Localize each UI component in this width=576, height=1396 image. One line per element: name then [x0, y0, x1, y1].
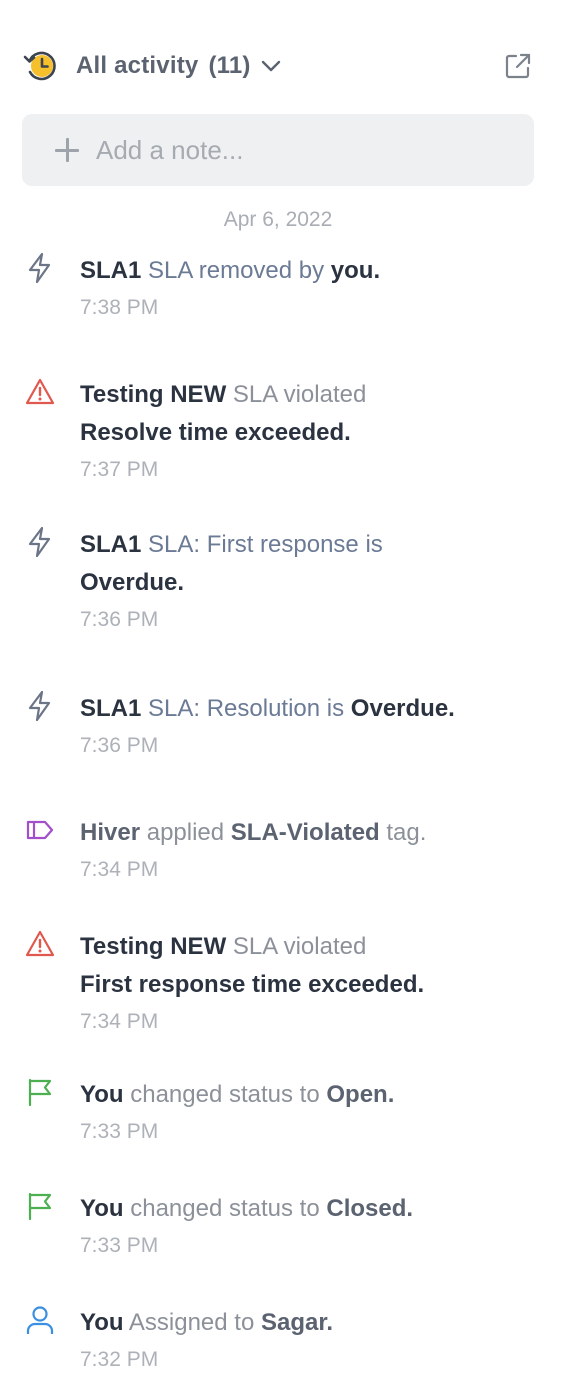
- activity-text: Assigned to: [123, 1309, 261, 1336]
- sla-name: SLA1: [80, 257, 142, 284]
- warning-icon: [24, 928, 56, 960]
- activity-text: SLA: Resolution is: [141, 695, 351, 722]
- activity-text: changed status to: [123, 1081, 327, 1108]
- warning-icon: [24, 376, 56, 408]
- tag-icon: [24, 814, 56, 846]
- status-value: Open.: [326, 1081, 395, 1108]
- add-note-placeholder: Add a note...: [96, 134, 244, 165]
- activity-time: 7:34 PM: [80, 858, 159, 881]
- user-icon: [24, 1304, 56, 1336]
- activity-text: SLA violated: [226, 933, 367, 960]
- activity-count: (11): [208, 52, 251, 79]
- sla-name: SLA1: [80, 531, 142, 558]
- bolt-icon: [24, 252, 56, 284]
- tag-name: SLA-Violated: [230, 819, 380, 846]
- activity-actor: You: [80, 1081, 124, 1108]
- flag-icon: [24, 1190, 56, 1222]
- flag-icon: [24, 1076, 56, 1108]
- activity-text: SLA removed by: [141, 257, 331, 284]
- activity-time: 7:37 PM: [80, 458, 159, 481]
- date-header: Apr 6, 2022: [223, 208, 333, 231]
- activity-text: SLA violated: [226, 381, 367, 408]
- bolt-icon: [24, 526, 56, 558]
- activity-text: SLA: First response is: [141, 531, 383, 558]
- activity-actor: You: [80, 1195, 124, 1222]
- activity-time: 7:36 PM: [80, 608, 159, 631]
- activity-time: 7:33 PM: [80, 1120, 159, 1143]
- add-note-input[interactable]: Add a note...: [22, 114, 534, 186]
- sla-status: Overdue.: [350, 695, 455, 722]
- sla-name: Testing NEW: [80, 381, 227, 408]
- bolt-icon: [24, 690, 56, 722]
- activity-actor: Hiver: [80, 819, 141, 846]
- sla-name: SLA1: [80, 695, 142, 722]
- activity-text: applied: [140, 819, 231, 846]
- activity-text: changed status to: [123, 1195, 327, 1222]
- sla-status: Overdue.: [80, 569, 185, 596]
- activity-time: 7:32 PM: [80, 1348, 159, 1371]
- chevron-down-icon: [261, 60, 281, 72]
- violation-detail: Resolve time exceeded.: [80, 419, 351, 446]
- activity-filter-dropdown[interactable]: All activity (11): [76, 52, 281, 80]
- status-value: Closed.: [326, 1195, 414, 1222]
- activity-text-suffix: tag.: [379, 819, 427, 846]
- plus-icon: [54, 137, 80, 163]
- history-clock-icon: [22, 47, 60, 85]
- activity-header: All activity (11): [22, 44, 532, 88]
- activity-actor: You: [80, 1309, 124, 1336]
- activity-time: 7:36 PM: [80, 734, 159, 757]
- assignee-name: Sagar.: [260, 1309, 334, 1336]
- activity-filter-label: All activity: [76, 52, 199, 79]
- activity-time: 7:38 PM: [80, 296, 159, 319]
- activity-time: 7:33 PM: [80, 1234, 159, 1257]
- activity-time: 7:34 PM: [80, 1010, 159, 1033]
- external-link-icon[interactable]: [504, 52, 532, 80]
- violation-detail: First response time exceeded.: [80, 971, 425, 998]
- activity-actor: you.: [330, 257, 381, 284]
- sla-name: Testing NEW: [80, 933, 227, 960]
